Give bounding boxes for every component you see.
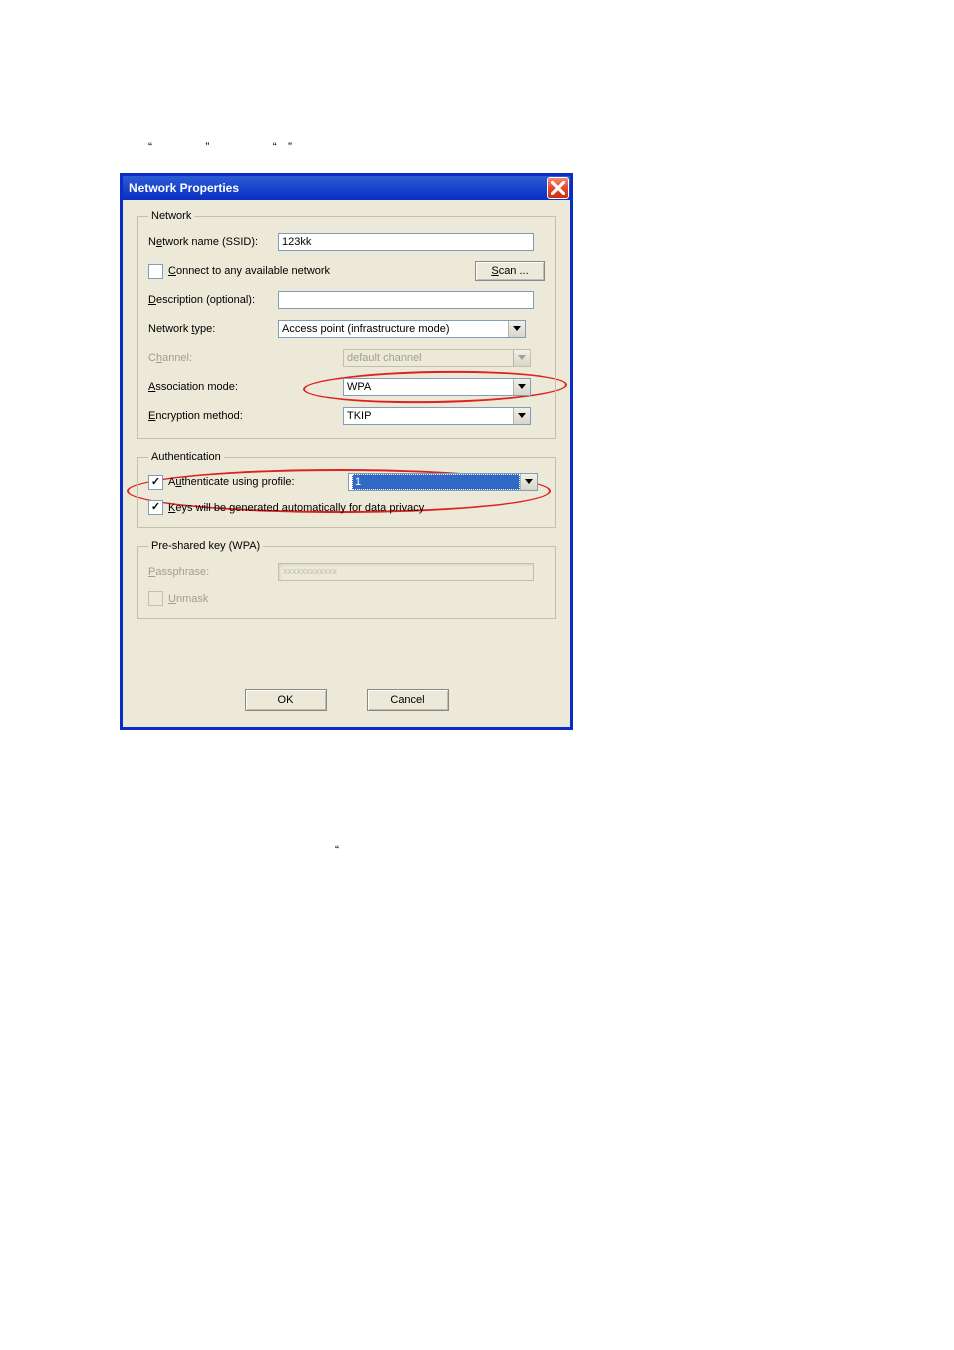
chevron-down-icon [508, 321, 525, 337]
close-icon [551, 181, 565, 195]
network-properties-dialog: Network Properties Network Network name … [120, 173, 573, 730]
chevron-down-icon [513, 408, 530, 424]
encryption-dropdown[interactable]: TKIP [343, 407, 531, 425]
channel-dropdown: default channel [343, 349, 531, 367]
stray-quote: “ [335, 843, 339, 857]
psk-legend: Pre-shared key (WPA) [148, 540, 263, 552]
connect-any-checkbox[interactable] [148, 264, 163, 279]
unmask-label: Unmask [168, 593, 208, 605]
network-legend: Network [148, 210, 194, 222]
network-group: Network Network name (SSID): Connect to … [137, 210, 556, 439]
description-label: Description (optional): [148, 294, 278, 306]
psk-group: Pre-shared key (WPA) Passphrase: xxxxxxx… [137, 540, 556, 619]
keys-auto-label: Keys will be generated automatically for… [168, 502, 424, 514]
encryption-label: Encryption method: [148, 410, 278, 422]
titlebar: Network Properties [123, 176, 570, 200]
keys-auto-checkbox[interactable] [148, 500, 163, 515]
dialog-title: Network Properties [129, 181, 239, 195]
network-type-dropdown[interactable]: Access point (infrastructure mode) [278, 320, 526, 338]
ssid-label: Network name (SSID): [148, 236, 278, 248]
ssid-input[interactable] [278, 233, 534, 251]
page-quote-marks: “ ” “ ” [120, 140, 292, 154]
network-type-label: Network type: [148, 323, 278, 335]
channel-label: Channel: [148, 352, 278, 364]
passphrase-label: Passphrase: [148, 566, 278, 578]
auth-profile-dropdown[interactable]: 1 [348, 473, 538, 491]
description-input[interactable] [278, 291, 534, 309]
passphrase-input: xxxxxxxxxxxx [278, 563, 534, 581]
assoc-mode-label: Association mode: [148, 381, 278, 393]
auth-profile-label: Authenticate using profile: [168, 476, 348, 488]
close-button[interactable] [547, 177, 569, 199]
chevron-down-icon [513, 350, 530, 366]
dialog-body: Network Network name (SSID): Connect to … [123, 200, 570, 727]
assoc-mode-dropdown[interactable]: WPA [343, 378, 531, 396]
chevron-down-icon [513, 379, 530, 395]
authentication-group: Authentication Authenticate using profil… [137, 451, 556, 528]
dialog-buttons: OK Cancel [137, 689, 556, 711]
auth-profile-checkbox[interactable] [148, 475, 163, 490]
chevron-down-icon [520, 474, 537, 490]
scan-button[interactable]: Scan ... [475, 261, 545, 281]
cancel-button[interactable]: Cancel [367, 689, 449, 711]
connect-any-label: Connect to any available network [168, 265, 330, 277]
unmask-checkbox [148, 591, 163, 606]
auth-legend: Authentication [148, 451, 224, 463]
ok-button[interactable]: OK [245, 689, 327, 711]
